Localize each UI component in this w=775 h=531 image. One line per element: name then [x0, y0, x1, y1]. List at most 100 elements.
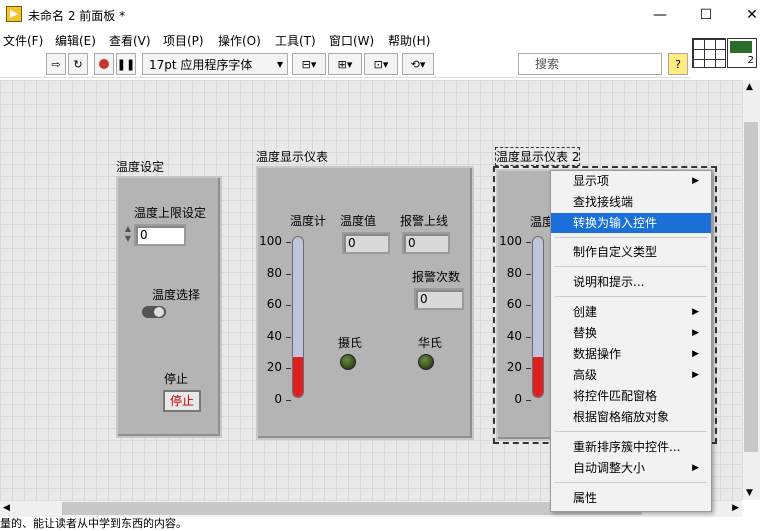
submenu-arrow-icon: ▶	[692, 370, 699, 380]
submenu-arrow-icon: ▶	[692, 463, 699, 473]
menu-edit[interactable]: 编辑(E)	[55, 32, 96, 49]
tick-label: 40	[266, 328, 282, 343]
tick-label: 60	[266, 297, 282, 312]
menu-project[interactable]: 项目(P)	[163, 32, 204, 49]
vi-icon-number: 2	[747, 55, 754, 66]
menu-item-label: 查找接线端	[573, 195, 634, 209]
menu-item-change-to-control[interactable]: 转换为输入控件	[551, 213, 711, 233]
vi-icon[interactable]: 2	[727, 38, 757, 68]
menu-item-autosize[interactable]: 自动调整大小 ▶	[551, 458, 711, 478]
connector-pane-icon[interactable]	[692, 38, 726, 68]
tick-mark	[286, 242, 291, 243]
scroll-left-icon[interactable]: ◀	[3, 503, 10, 513]
tick-mark	[526, 305, 531, 307]
window-title: 未命名 2 前面板 *	[28, 9, 126, 23]
scroll-up-icon[interactable]: ▲	[746, 82, 753, 92]
tick-label: 40	[506, 328, 522, 343]
switch-label: 温度选择	[152, 288, 201, 302]
temp-value-indicator: 0	[342, 232, 390, 254]
menu-file[interactable]: 文件(F)	[3, 32, 43, 49]
menu-item-label: 制作自定义类型	[573, 245, 658, 259]
pause-icon[interactable]: ❚❚	[116, 53, 136, 75]
fahrenheit-label: 华氏	[418, 336, 443, 350]
thermometer-fill	[293, 357, 303, 397]
context-menu: 显示项 ▶ 查找接线端 转换为输入控件 制作自定义类型 说明和提示... 创建 ▶ …	[550, 170, 712, 512]
run-arrow-icon[interactable]: ⇨	[46, 53, 66, 75]
align-objects-icon[interactable]: ⊟▾	[292, 53, 326, 75]
menu-item-advanced[interactable]: 高级 ▶	[551, 365, 711, 385]
font-select-value: 17pt 应用程序字体	[149, 57, 253, 72]
increment-decrement-icon[interactable]: ▲ ▼	[122, 224, 134, 246]
submenu-arrow-icon: ▶	[692, 307, 699, 317]
celsius-label: 摄氏	[338, 336, 363, 350]
status-text: 量的、能让读者从中学到东西的内容。	[0, 517, 775, 531]
menu-item-label: 高级	[573, 368, 598, 382]
menu-item-label: 替换	[573, 326, 598, 340]
search-input[interactable]: 搜索	[518, 53, 662, 75]
menu-item-label: 将控件匹配窗格	[573, 389, 658, 403]
tick-label: 60	[506, 297, 522, 312]
menu-separator	[555, 431, 707, 432]
maximize-button[interactable]: ☐	[683, 0, 729, 30]
menu-item-label: 转换为输入控件	[573, 216, 658, 230]
tick-label: 20	[266, 360, 282, 375]
tick-label: 80	[266, 265, 282, 280]
menu-item-properties[interactable]: 属性	[551, 488, 711, 508]
upper-limit-input[interactable]: 0	[134, 224, 186, 246]
tick-label: 100	[499, 234, 522, 248]
tick-label: 80	[506, 265, 522, 280]
menu-item-label: 显示项	[573, 174, 610, 188]
abort-icon[interactable]	[94, 53, 114, 75]
menu-view[interactable]: 查看(V)	[109, 32, 151, 49]
menu-item-scale-with-pane[interactable]: 根据窗格缩放对象	[551, 407, 711, 427]
menu-bar: 文件(F) 编辑(E) 查看(V) 项目(P) 操作(O) 工具(T) 窗口(W…	[0, 30, 690, 50]
menu-operate[interactable]: 操作(O)	[218, 32, 261, 49]
temp-setting-cluster[interactable]: 温度上限设定 ▲ ▼ 0 温度选择 停止 停止	[116, 176, 222, 438]
distribute-objects-icon[interactable]: ⊞▾	[328, 53, 362, 75]
gauge1-label: 温度显示仪表	[256, 150, 329, 164]
toolbar: ⇨ ↻ ❚❚ 17pt 应用程序字体▾ ⊟▾ ⊞▾ ⊡▾ ⟲▾ 搜索 🔍 ?	[0, 50, 690, 118]
menu-item-label: 重新排序簇中控件...	[573, 440, 681, 454]
tick-mark	[526, 273, 531, 275]
menu-item-replace[interactable]: 替换 ▶	[551, 323, 711, 343]
upper-limit-label: 温度上限设定	[134, 206, 207, 220]
menu-item-data-operations[interactable]: 数据操作 ▶	[551, 344, 711, 364]
resize-objects-icon[interactable]: ⊡▾	[364, 53, 398, 75]
menu-separator	[555, 237, 707, 238]
scroll-right-icon[interactable]: ▶	[732, 503, 739, 513]
submenu-arrow-icon: ▶	[692, 328, 699, 338]
scroll-down-icon[interactable]: ▼	[746, 488, 753, 498]
menu-item-label: 自动调整大小	[573, 461, 646, 475]
alarm-count-indicator: 0	[414, 288, 464, 310]
tick-mark	[526, 336, 531, 338]
close-button[interactable]: ✕	[729, 0, 775, 30]
stop-button[interactable]: 停止	[163, 390, 201, 412]
menu-item-fit-to-pane[interactable]: 将控件匹配窗格	[551, 386, 711, 406]
menu-separator	[555, 296, 707, 297]
menu-window[interactable]: 窗口(W)	[329, 32, 374, 49]
menu-item-create[interactable]: 创建 ▶	[551, 302, 711, 322]
vi-icon-graphic	[730, 41, 752, 53]
menu-item-visible-items[interactable]: 显示项 ▶	[551, 171, 711, 191]
gauge1-cluster[interactable]: 温度计 100 80 60 40 20 0 温度值 0 报警上线 0 报警次数 0 摄氏 …	[256, 166, 474, 440]
vertical-scroll-thumb[interactable]	[744, 122, 758, 452]
minimize-button[interactable]: —	[637, 0, 683, 30]
menu-item-make-typedef[interactable]: 制作自定义类型	[551, 242, 711, 262]
alarm-limit-indicator: 0	[402, 232, 450, 254]
thermometer-label: 温度计	[290, 214, 327, 228]
temp-value-label: 温度值	[340, 214, 377, 228]
chevron-down-icon: ▾	[276, 57, 283, 71]
run-continuously-icon[interactable]: ↻	[68, 53, 88, 75]
reorder-icon[interactable]: ⟲▾	[402, 53, 434, 75]
menu-item-description[interactable]: 说明和提示...	[551, 272, 711, 292]
menu-help[interactable]: 帮助(H)	[388, 32, 430, 49]
menu-item-reorder-cluster[interactable]: 重新排序簇中控件...	[551, 437, 711, 457]
font-select[interactable]: 17pt 应用程序字体 ▾	[142, 53, 288, 75]
tick-mark	[526, 400, 531, 401]
menu-tools[interactable]: 工具(T)	[275, 32, 316, 49]
alarm-count-label: 报警次数	[412, 270, 461, 284]
toggle-switch[interactable]	[142, 306, 166, 318]
menu-item-find-terminal[interactable]: 查找接线端	[551, 192, 711, 212]
tick-mark	[286, 368, 291, 370]
help-button[interactable]: ?	[668, 53, 688, 75]
